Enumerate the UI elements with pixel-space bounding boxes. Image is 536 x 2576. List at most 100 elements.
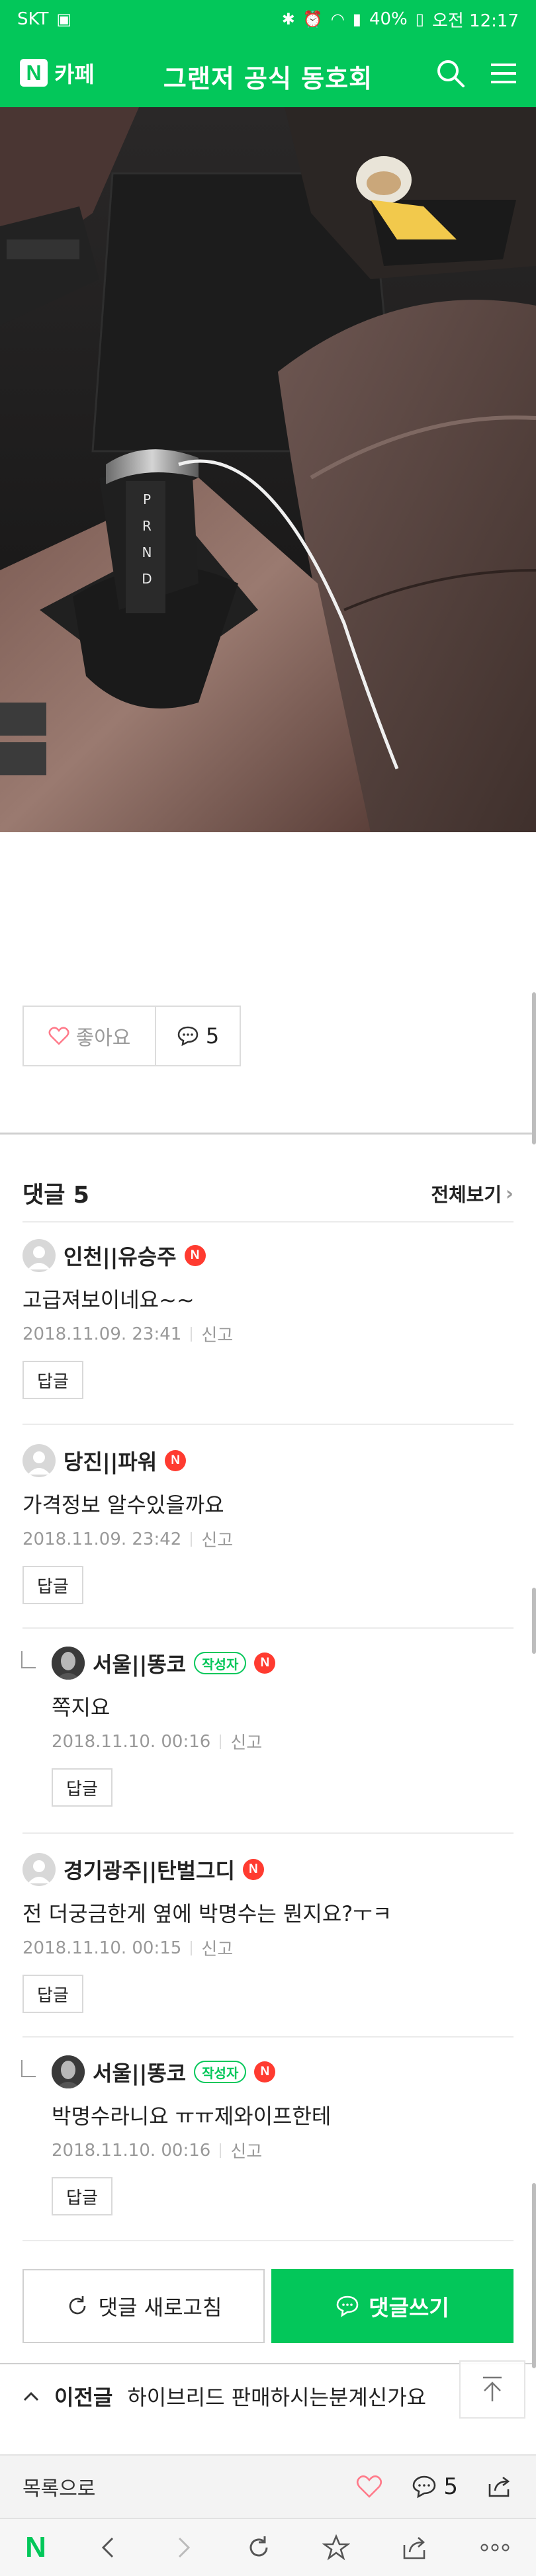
post-reaction-box: 좋아요 5 [22,1006,241,1066]
default-profile-icon [28,1246,50,1269]
writer-badge: 작성자 [194,2061,247,2083]
browser-nav-bar: N [0,2518,536,2576]
new-badge: N [184,1245,206,1266]
comment-author[interactable]: 서울||똥코 [93,2057,186,2087]
refresh-icon [69,2296,85,2315]
arrow-up-icon [483,2376,502,2401]
comment-date: 2018.11.10. 00:16 [52,2140,211,2161]
report-link[interactable]: 신고 [201,1936,233,1960]
search-icon[interactable] [434,57,467,90]
comment-count: 5 [205,1023,220,1049]
refresh-icon[interactable] [246,2534,272,2561]
comment-count-button[interactable]: 5 [156,1007,240,1065]
previous-post-title: 하이브리드 판매하시는분계신가요 [127,2385,427,2410]
more-icon[interactable] [479,2541,511,2554]
default-profile-icon [28,1451,50,1475]
scrollbar-thumb[interactable] [532,992,536,1144]
comment-item: 당진||파워 N 가격정보 알수있을까요 2018.11.09. 23:42 신… [22,1442,514,1604]
heart-outline-icon[interactable] [356,2475,382,2499]
avatar[interactable] [22,1853,56,1886]
share-icon[interactable] [487,2475,514,2499]
forward-icon[interactable] [171,2534,195,2561]
comment-item: 인천||유승주 N 고급져보이네요~~ 2018.11.09. 23:41 신고… [22,1237,514,1399]
comment-text: 고급져보이네요~~ [22,1287,195,1312]
avatar[interactable] [52,2055,85,2088]
chevron-right-icon: › [506,1181,514,1205]
back-to-list-link[interactable]: 목록으로 [22,2472,95,2501]
comment-item: 경기광주||탄벌그디 N 전 더궁금한게 옆에 박명수는 뭔지요?ㅜㅋ 2018… [22,1851,514,2013]
svg-text:P: P [143,492,151,507]
divider [22,1832,514,1834]
bookmark-star-icon[interactable] [322,2534,351,2561]
previous-post-link[interactable]: 이전글 하이브리드 판매하시는분계신가요 [22,2376,525,2416]
reply-button[interactable]: 답글 [52,2177,112,2215]
view-all-comments-link[interactable]: 전체보기 › [431,1180,514,1207]
report-link[interactable]: 신고 [230,2138,262,2163]
write-comment-button[interactable]: 댓글쓰기 [271,2269,514,2343]
report-link[interactable]: 신고 [201,1527,233,1551]
scrollbar-thumb[interactable] [532,2183,536,2368]
post-photo: P R N D [0,107,536,832]
back-icon[interactable] [97,2534,120,2561]
status-bar: SKT ▣ ✱ ⏰ ◠ ▮ 40% ▯ 오전 12:17 [0,0,536,38]
comment-bubble-icon [413,2475,436,2499]
alarm-icon: ⏰ [302,10,323,28]
report-link[interactable]: 신고 [201,1322,233,1346]
comment-text: 가격정보 알수있을까요 [22,1492,224,1518]
write-label: 댓글쓰기 [369,2295,449,2321]
refresh-comments-button[interactable]: 댓글 새로고침 [22,2269,265,2343]
battery-level: 40% [369,9,408,29]
section-divider [0,2363,536,2364]
comment-bubble-icon [177,1026,199,1047]
bluetooth-icon: ✱ [281,10,295,28]
previous-post-label: 이전글 [54,2385,113,2410]
comment-author[interactable]: 인천||유승주 [64,1240,177,1271]
scrollbar-thumb[interactable] [532,1588,536,1654]
comment-text: 쪽지요 [52,1695,111,1720]
divider [22,1221,514,1223]
comment-author[interactable]: 경기광주||탄벌그디 [64,1854,235,1885]
new-badge: N [254,1653,276,1674]
view-all-label: 전체보기 [431,1183,502,1206]
scroll-to-top-button[interactable] [459,2360,525,2419]
avatar[interactable] [52,1647,85,1680]
heart-outline-icon [48,1027,69,1045]
clock: 오전 12:17 [431,11,519,31]
profile-photo-icon [52,1647,85,1680]
divider [22,1424,514,1425]
avatar[interactable] [22,1239,56,1272]
menu-icon[interactable] [487,57,520,90]
footer-comment-button[interactable]: 5 [412,2473,458,2500]
reply-indicator-icon [21,1651,36,1668]
reply-comment-item: 서울||똥코 작성자 N 박명수라니요 ㅠㅠ제와이프한테 2018.11.10.… [21,2053,514,2215]
meta-separator [191,1326,193,1342]
comments-title: 댓글 5 [22,1182,89,1209]
like-button[interactable]: 좋아요 [24,1007,156,1065]
reply-button[interactable]: 답글 [22,1566,83,1604]
writer-badge: 작성자 [194,1652,247,1674]
app-header: N 카페 그랜저 공식 동호회 [0,38,536,107]
svg-text:D: D [142,571,152,587]
comment-author[interactable]: 서울||똥코 [93,1648,186,1678]
report-link[interactable]: 신고 [230,1729,262,1754]
reply-button[interactable]: 답글 [22,1975,83,2013]
share-icon[interactable] [401,2534,429,2561]
comment-write-icon [336,2296,359,2317]
divider [22,2240,514,2241]
comment-date: 2018.11.09. 23:41 [22,1324,182,1344]
comment-date: 2018.11.10. 00:16 [52,1731,211,1752]
new-badge: N [165,1450,187,1471]
comment-author[interactable]: 당진||파워 [64,1445,157,1476]
section-divider [0,1133,536,1135]
profile-photo-icon [52,2055,85,2088]
reply-comment-item: 서울||똥코 작성자 N 쪽지요 2018.11.10. 00:16 신고 답글 [21,1645,514,1807]
comment-text: 전 더궁금한게 옆에 박명수는 뭔지요?ㅜㅋ [22,1901,392,1926]
reply-button[interactable]: 답글 [52,1768,112,1807]
footer-comment-count: 5 [443,2473,458,2500]
avatar[interactable] [22,1444,56,1477]
reply-indicator-icon [21,2060,36,2077]
svg-text:N: N [142,544,152,560]
default-profile-icon [28,1860,50,1883]
naver-home-icon[interactable]: N [25,2531,46,2564]
reply-button[interactable]: 답글 [22,1361,83,1399]
